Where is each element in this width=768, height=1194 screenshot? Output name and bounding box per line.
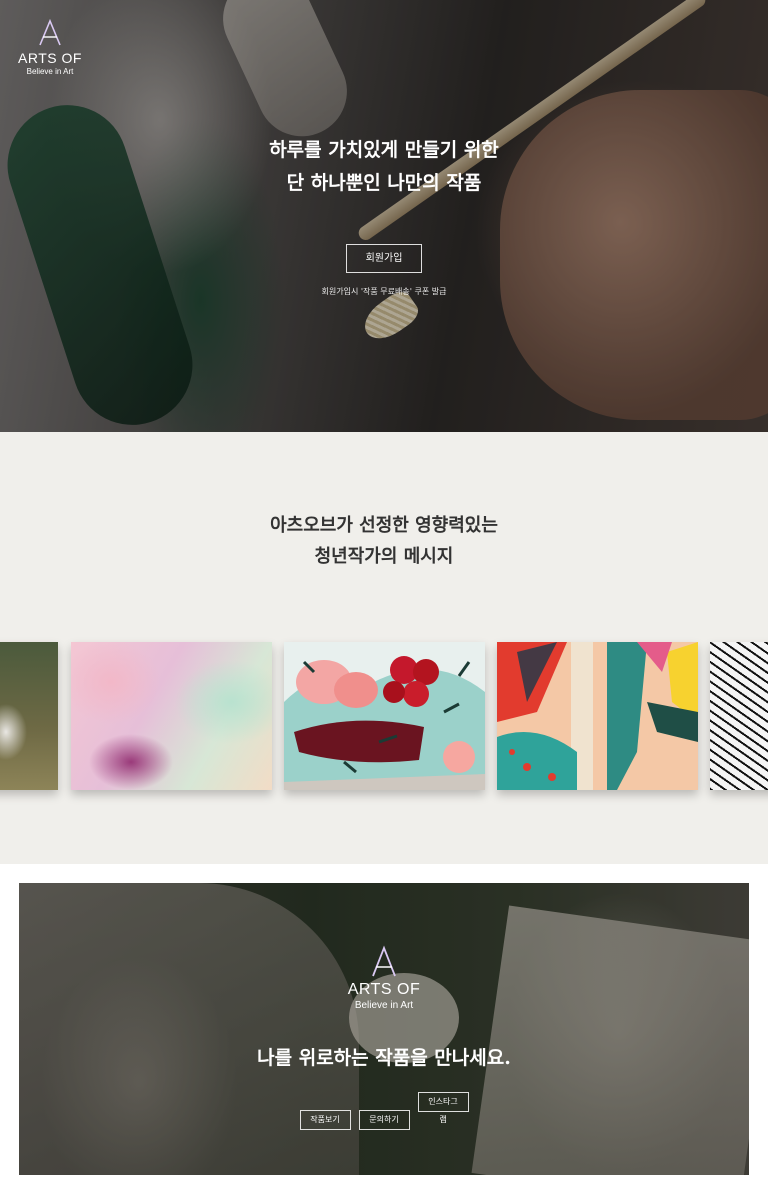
header-logo[interactable]: ARTS OF Believe in Art <box>14 18 86 76</box>
banner-overlay <box>19 883 749 1175</box>
artwork-peaches-cherries[interactable] <box>284 642 485 790</box>
artwork-carousel[interactable] <box>0 642 768 790</box>
section-title-line-2: 청년작가의 메시지 <box>314 546 454 567</box>
colorful-shapes-illustration <box>497 642 698 790</box>
artist-message-section: 아츠오브가 선정한 영향력있는 청년작가의 메시지 <box>0 432 768 864</box>
hero-title: 하루를 가치있게 만들기 위한 단 하나뿐인 나만의 작품 <box>0 134 768 200</box>
banner-button-group: 작품보기 문의하기 인스타그램 <box>19 1092 749 1130</box>
section-title-line-1: 아츠오브가 선정한 영향력있는 <box>270 515 498 536</box>
signup-coupon-note: 회원가입시 '작품 무료배송' 쿠폰 발급 <box>321 287 447 296</box>
hero-overlay <box>0 0 768 432</box>
banner-logo: ARTS OF Believe in Art <box>341 945 427 1011</box>
hero-title-line-2: 단 하나뿐인 나만의 작품 <box>286 172 482 194</box>
logo-a-icon <box>39 18 61 46</box>
peaches-cherries-illustration <box>284 642 485 790</box>
section-title: 아츠오브가 선정한 영향력있는 청년작가의 메시지 <box>0 510 768 572</box>
artwork-girl-field[interactable] <box>0 642 58 790</box>
banner-logo-tagline: Believe in Art <box>354 1000 414 1011</box>
view-works-button[interactable]: 작품보기 <box>299 1110 351 1130</box>
hero-section: ARTS OF Believe in Art 하루를 가치있게 만들기 위한 단… <box>0 0 768 432</box>
logo-tagline: Believe in Art <box>26 67 74 76</box>
closing-banner: ARTS OF Believe in Art 나를 위로하는 작품을 만나세요.… <box>19 883 749 1175</box>
contact-button[interactable]: 문의하기 <box>358 1110 410 1130</box>
banner-logo-name: ARTS OF <box>347 981 421 998</box>
hero-title-line-1: 하루를 가치있게 만들기 위한 <box>269 139 499 161</box>
artwork-line-drawing[interactable] <box>710 642 768 790</box>
banner-title: 나를 위로하는 작품을 만나세요. <box>257 1047 511 1069</box>
logo-name: ARTS OF <box>18 50 82 66</box>
artwork-pink-abstract[interactable] <box>71 642 272 790</box>
instagram-button[interactable]: 인스타그램 <box>417 1092 469 1124</box>
artwork-colorful-shapes[interactable] <box>497 642 698 790</box>
signup-button[interactable]: 회원가입 <box>346 244 422 273</box>
logo-a-icon <box>372 945 396 977</box>
